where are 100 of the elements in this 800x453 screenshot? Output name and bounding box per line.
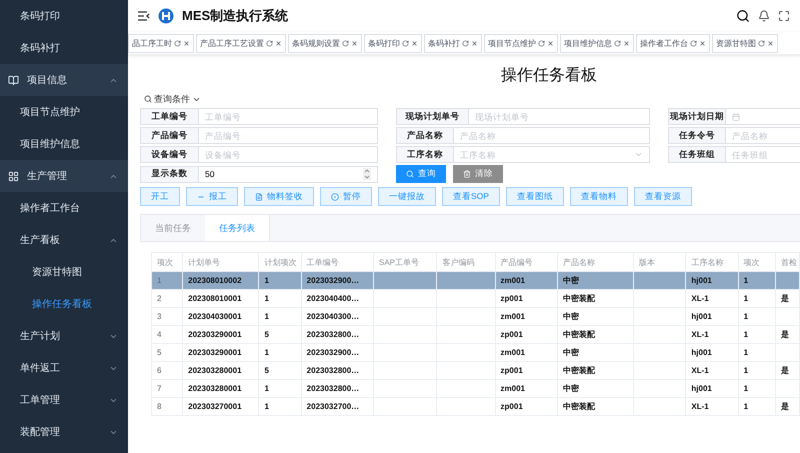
page-tag[interactable]: 条码打印	[364, 34, 422, 52]
table-row[interactable]: 5 202303290001 1 2023032900… zm001 中密 hj001 1	[152, 344, 800, 362]
table-cell: 2023032800…	[306, 330, 360, 339]
input-field[interactable]: 产品名称	[726, 127, 800, 144]
table-cell: zp001	[500, 294, 523, 303]
sidebar-item[interactable]: 操作任务看板	[0, 288, 128, 320]
input-field[interactable]: 50	[199, 166, 378, 182]
table-cell: 中密装配	[562, 402, 595, 411]
page-tag[interactable]: 条码规则设置	[288, 34, 362, 52]
table-cell: 1	[264, 348, 269, 357]
table-cell: 1	[744, 276, 748, 285]
table-cell: zm001	[500, 276, 526, 285]
table-cell: 1	[264, 276, 269, 285]
table-cell: zm001	[500, 312, 526, 321]
table-cell: hj001	[691, 276, 712, 285]
table-cell: hj001	[691, 312, 712, 321]
book-icon	[8, 74, 19, 86]
table-row[interactable]: 2 202308010001 1 2023040400… zp001 中密装配 XL-1 1 是	[152, 290, 800, 308]
input-field[interactable]: 任务班组	[726, 146, 800, 163]
select-field[interactable]: 工序名称	[454, 146, 650, 163]
table-cell: 1	[157, 276, 162, 285]
table-row[interactable]: 4 202303290001 5 2023032800… zp001 中密装配 XL-1 1 是	[152, 326, 800, 344]
sidebar-item[interactable]: 项目维护信息	[0, 128, 128, 160]
sidebar-item[interactable]: 单件返工	[0, 352, 128, 384]
trash-icon	[463, 170, 471, 178]
chevron-down-icon	[634, 150, 643, 159]
page-tag[interactable]: 项目维护信息	[560, 34, 634, 52]
table-cell: 是	[780, 330, 789, 339]
table-cell: zm001	[500, 384, 526, 393]
table-cell: zp001	[500, 366, 523, 375]
sidebar-item[interactable]: 条码补打	[0, 32, 128, 64]
table-cell: XL-1	[691, 330, 709, 339]
table-row[interactable]: 1 202308010002 1 2023032900… zm001 中密 hj001 1	[152, 272, 800, 290]
field-label: 设备编号	[140, 146, 199, 163]
table-cell: hj001	[691, 384, 712, 393]
table-cell: 2023032900…	[306, 276, 360, 285]
sidebar-item[interactable]: 资源甘特图	[0, 256, 128, 288]
table-cell: 是	[780, 294, 789, 303]
date-field[interactable]	[726, 108, 800, 125]
page-tag[interactable]: 资源甘特图	[712, 34, 778, 52]
sidebar-item[interactable]: 工单管理	[0, 384, 128, 416]
page-tag[interactable]: 条码补打	[424, 34, 482, 52]
table-cell: 2023040300…	[306, 312, 360, 321]
table-cell: 5	[157, 348, 162, 357]
table-cell: 1	[264, 294, 269, 303]
fullscreen-icon[interactable]	[778, 10, 790, 22]
table-cell: 中密	[562, 276, 579, 285]
document-icon	[255, 192, 263, 200]
search-icon	[406, 170, 414, 178]
field-label: 现场计划日期	[668, 108, 726, 125]
bell-icon[interactable]	[758, 10, 770, 22]
input-field[interactable]: 产品名称	[454, 127, 650, 144]
table-cell: 202308010002	[188, 276, 242, 285]
page-tag[interactable]: 品工序工时	[128, 34, 194, 52]
refresh-icon	[538, 40, 545, 46]
table-cell: zp001	[500, 330, 523, 339]
sidebar-item[interactable]: 生产看板	[0, 224, 128, 256]
spinner-icon	[363, 168, 371, 180]
close-icon	[351, 40, 358, 46]
sidebar-item[interactable]: 生产管理	[0, 160, 128, 192]
query-toggle[interactable]: 查询条件	[144, 92, 800, 106]
logo-icon	[158, 8, 174, 24]
table-cell: 1	[264, 384, 269, 393]
table-cell: 2023032800…	[306, 366, 360, 375]
sidebar-item[interactable]: 项目信息	[0, 64, 128, 96]
sidebar-item[interactable]: 条码打印	[0, 0, 128, 32]
search-icon[interactable]	[736, 9, 750, 23]
table-row[interactable]: 6 202303280001 5 2023032800… zp001 中密装配 XL-1 1 是	[152, 362, 800, 380]
refresh-icon	[266, 40, 273, 46]
table-cell: 1	[264, 312, 269, 321]
table-cell: XL-1	[691, 366, 709, 375]
calendar-icon	[732, 112, 740, 120]
input-field[interactable]: 现场计划单号	[469, 108, 650, 125]
table-row[interactable]: 7 202303280001 1 2023032800… zm001 中密 hj001 1	[152, 380, 800, 398]
input-field[interactable]: 产品编号	[199, 127, 378, 144]
table-row[interactable]: 3 202304030001 1 2023040300… zm001 中密 hj001 1	[152, 308, 800, 326]
table-cell: 中密	[562, 348, 579, 357]
sidebar-item[interactable]: 生产计划	[0, 320, 128, 352]
table-cell: XL-1	[691, 402, 709, 411]
page-tag[interactable]: 产品工序工艺设置	[196, 34, 286, 52]
sidebar-item[interactable]: 项目节点维护	[0, 96, 128, 128]
menu-icon[interactable]	[138, 11, 150, 21]
input-field[interactable]: 工单编号	[199, 108, 378, 125]
table-cell: 5	[264, 366, 269, 375]
table-row[interactable]: 8 202303270001 1 2023032700… zp001 中密装配 XL-1 1 是	[152, 398, 800, 416]
refresh-icon	[402, 40, 409, 46]
input-field[interactable]: 设备编号	[199, 146, 378, 163]
column-header: 项次	[152, 252, 183, 272]
page-tag[interactable]: 项目节点维护	[484, 34, 558, 52]
field-label: 任务班组	[668, 146, 726, 163]
table-cell: 是	[780, 402, 789, 411]
table-cell: 7	[157, 384, 162, 393]
table-cell: 中密	[562, 384, 579, 393]
refresh-icon	[758, 40, 765, 46]
table-cell: XL-1	[691, 294, 709, 303]
sidebar-item[interactable]: 装配管理	[0, 416, 128, 448]
table-cell: 中密装配	[562, 330, 595, 339]
sidebar-item[interactable]: 操作者工作台	[0, 192, 128, 224]
page-tag[interactable]: 操作者工作台	[636, 34, 710, 52]
table-cell: 1	[264, 402, 269, 411]
